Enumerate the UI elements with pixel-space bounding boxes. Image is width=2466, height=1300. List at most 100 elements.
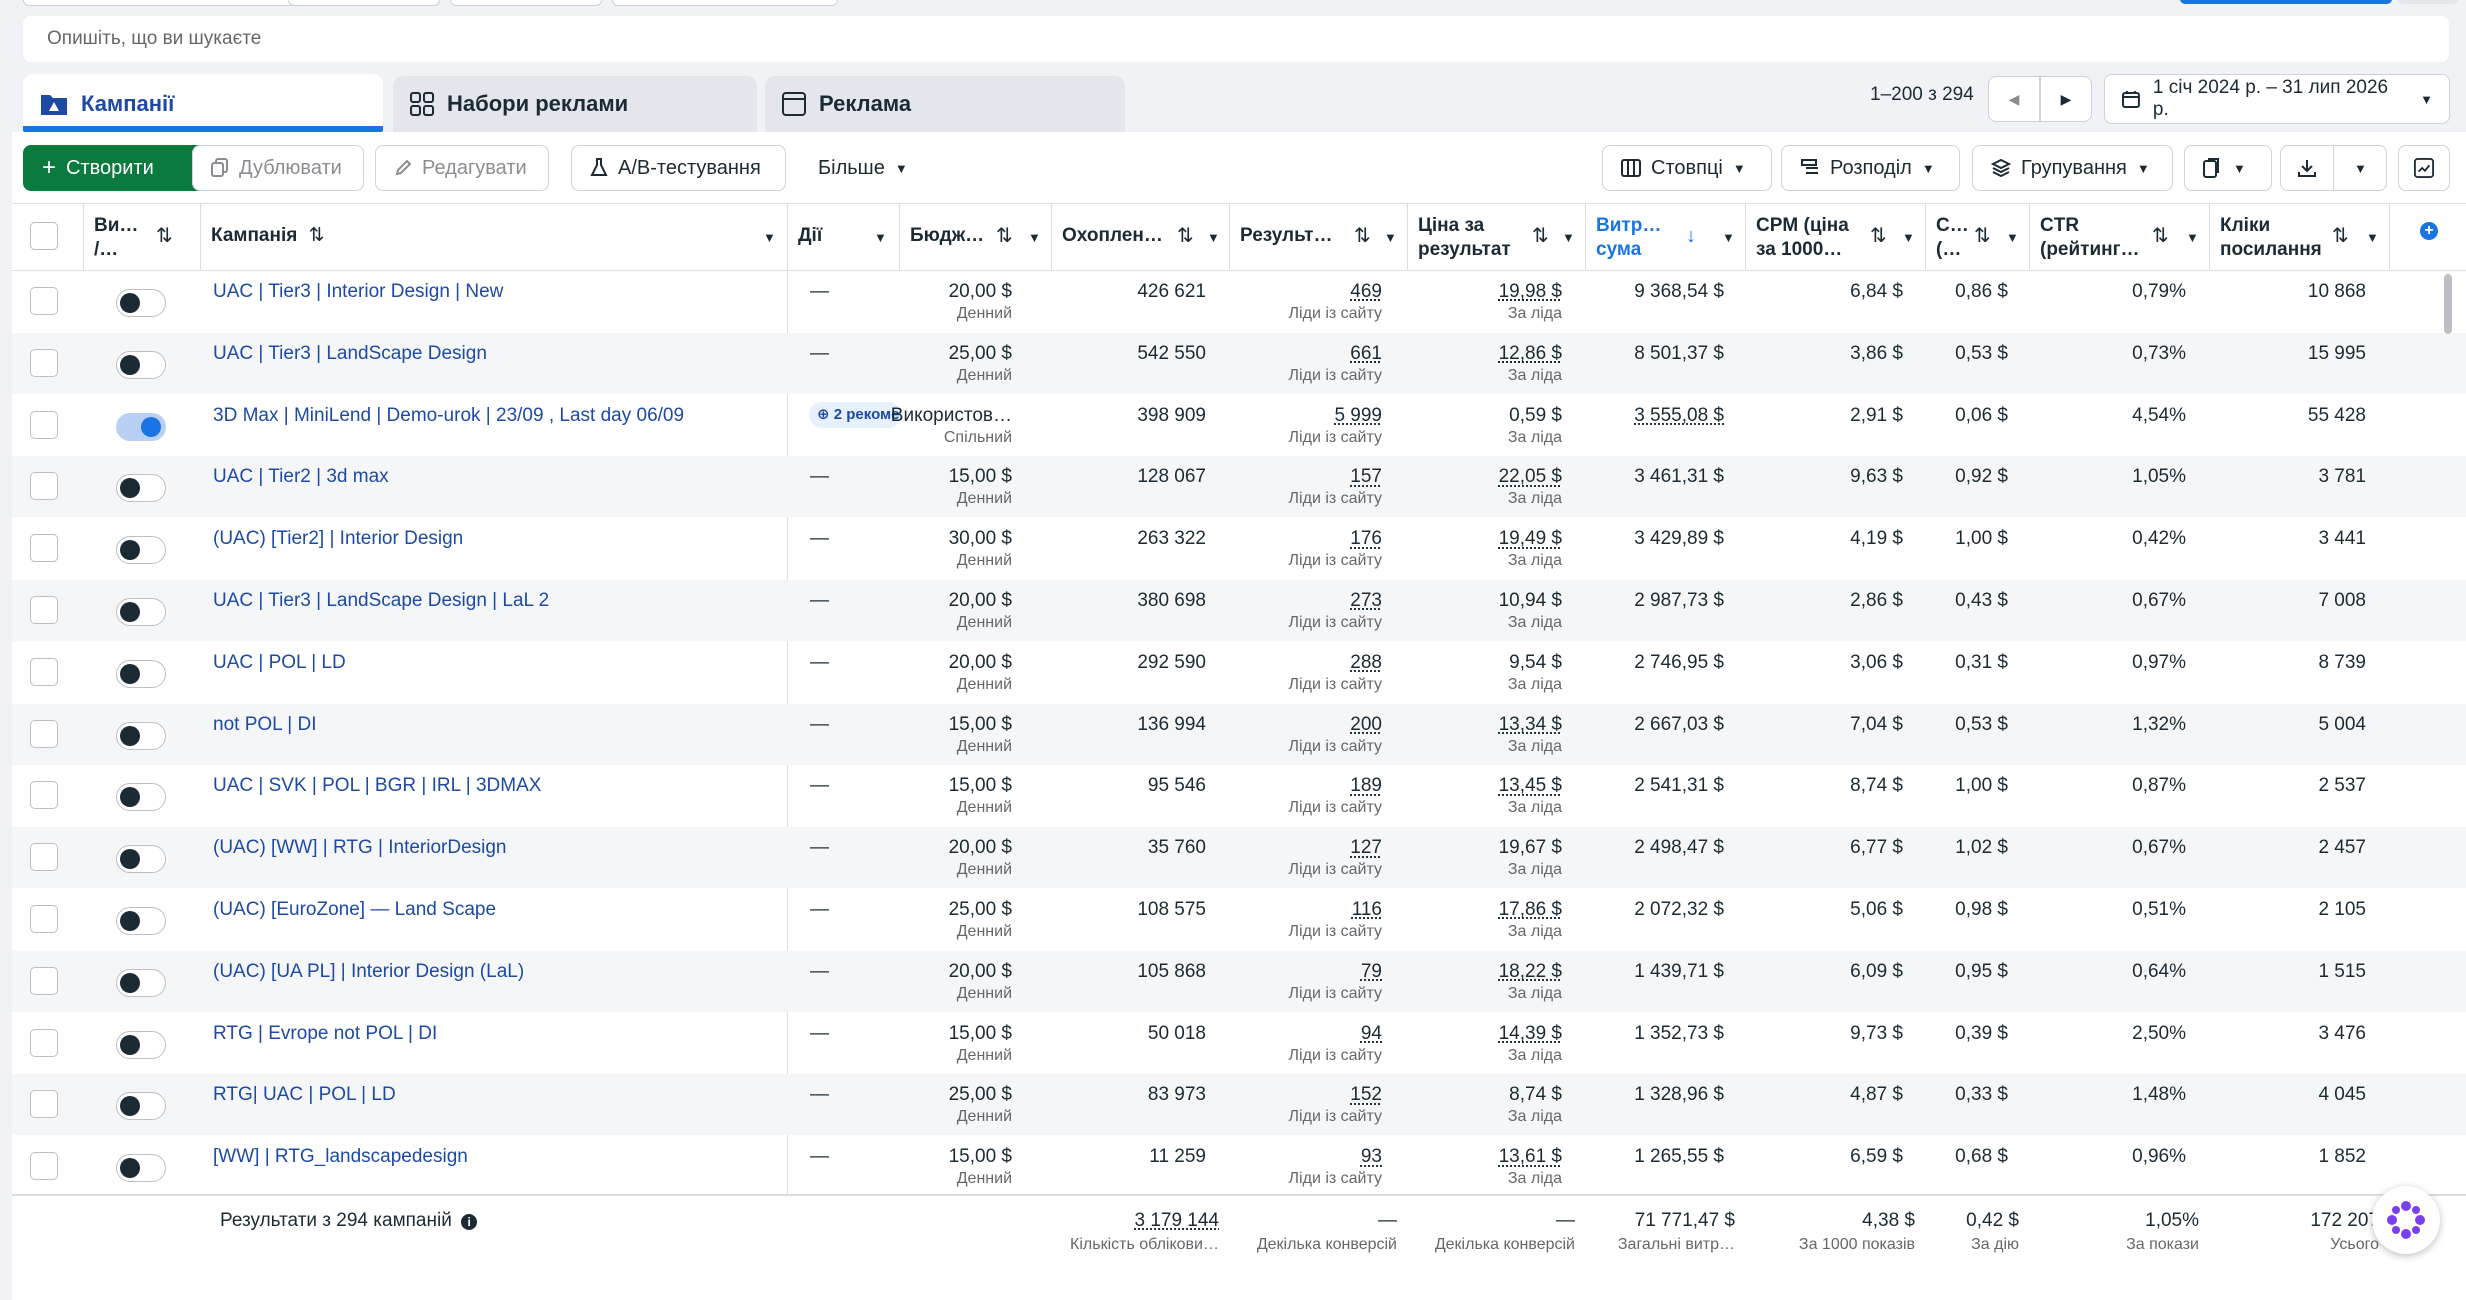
columns-button[interactable]: Стовпці ▼: [1602, 145, 1772, 191]
delivery-toggle[interactable]: [116, 289, 166, 317]
grouping-button[interactable]: Групування ▼: [1972, 145, 2173, 191]
more-button[interactable]: Більше ▼: [800, 145, 920, 191]
top-primary-button-stub[interactable]: [2180, 0, 2392, 4]
delivery-toggle[interactable]: [116, 659, 166, 688]
header-cpm[interactable]: CPM (ціна за 1000… ⇅ ▼: [1746, 204, 1926, 270]
table-row[interactable]: UAC | POL | LD — 20,00 $ Денний 292 590 288 Лі…: [12, 642, 2466, 703]
row-checkbox[interactable]: [30, 781, 58, 810]
charts-button[interactable]: [2398, 145, 2450, 191]
table-row[interactable]: (UAC) [EuroZone] — Land Scape — 25,00 $ Ден…: [12, 889, 2466, 950]
table-row[interactable]: not POL | DI — 15,00 $ Денний 136 994 200 Ліди…: [12, 703, 2466, 765]
campaign-name-link[interactable]: UAC | POL | LD: [213, 652, 346, 674]
reports-button[interactable]: ▼: [2184, 145, 2272, 191]
delivery-toggle[interactable]: [116, 412, 166, 441]
table-row[interactable]: UAC | Tier3 | LandScape Design | LaL 2 — 2…: [12, 580, 2466, 641]
header-select-all[interactable]: [12, 204, 84, 270]
campaign-name-link[interactable]: (UAC) [Tier2] | Interior Design: [213, 528, 463, 550]
campaign-name-link[interactable]: UAC | Tier3 | LandScape Design: [213, 343, 487, 365]
next-page-button[interactable]: ▶: [2040, 76, 2092, 122]
header-add-column[interactable]: +: [2390, 204, 2466, 270]
delivery-toggle[interactable]: [116, 907, 166, 935]
row-checkbox[interactable]: [30, 534, 58, 563]
delivery-toggle[interactable]: [116, 968, 166, 997]
campaign-name-link[interactable]: not POL | DI: [213, 714, 317, 736]
delivery-toggle[interactable]: [116, 474, 166, 503]
row-checkbox[interactable]: [30, 905, 58, 933]
row-checkbox[interactable]: [30, 472, 58, 501]
row-checkbox[interactable]: [30, 966, 58, 995]
delivery-toggle[interactable]: [116, 598, 166, 626]
assistant-button[interactable]: [2372, 1186, 2440, 1254]
table-row[interactable]: [WW] | RTG_landscapedesign — 15,00 $ Денний…: [12, 1136, 2466, 1197]
edit-button[interactable]: Редагувати: [375, 145, 549, 191]
header-ctr[interactable]: CTR (рейтинг… ⇅ ▼: [2030, 204, 2210, 270]
header-cost-per-result[interactable]: Ціна за результат ⇅ ▼: [1408, 204, 1586, 270]
row-checkbox[interactable]: [30, 348, 58, 377]
campaign-name-link[interactable]: (UAC) [EuroZone] — Land Scape: [213, 899, 496, 921]
delivery-toggle[interactable]: [116, 350, 166, 379]
header-delivery[interactable]: Ви… /… ⇅: [84, 204, 201, 270]
row-checkbox[interactable]: [30, 1028, 58, 1057]
delivery-toggle[interactable]: [116, 1154, 166, 1183]
delivery-toggle[interactable]: [116, 783, 166, 812]
row-checkbox[interactable]: [30, 1152, 58, 1181]
header-actions[interactable]: Дії ▼: [788, 204, 900, 270]
top-filter-stub-3[interactable]: [450, 0, 602, 6]
tab-ads[interactable]: Реклама: [765, 76, 1125, 132]
table-row[interactable]: 3D Max | MiniLend | Demo-urok | 23/09 , …: [12, 395, 2466, 456]
tab-campaigns[interactable]: Кампанії: [23, 74, 383, 134]
delivery-toggle[interactable]: [116, 536, 166, 565]
table-row[interactable]: RTG| UAC | POL | LD — 25,00 $ Денний 83 973 1…: [12, 1074, 2466, 1136]
date-range-picker[interactable]: 1 січ 2024 р. – 31 лип 2026 р. ▼: [2104, 74, 2450, 124]
recommendations-badge[interactable]: ⊕ 2 рекомендації: [809, 401, 901, 428]
campaign-name-link[interactable]: [WW] | RTG_landscapedesign: [213, 1146, 468, 1168]
table-row[interactable]: UAC | Tier3 | Interior Design | New — 20,0…: [12, 271, 2466, 332]
header-reach[interactable]: Охоплен… ⇅ ▼: [1052, 204, 1230, 270]
delivery-toggle[interactable]: [116, 1030, 166, 1059]
row-checkbox[interactable]: [30, 1090, 58, 1119]
top-filter-stub-2[interactable]: [288, 0, 440, 6]
info-icon[interactable]: i: [461, 1214, 478, 1230]
campaign-name-link[interactable]: RTG | Evrope not POL | DI: [213, 1023, 437, 1045]
header-spend[interactable]: Витр… сума ↓ ▼: [1586, 204, 1746, 270]
delivery-toggle[interactable]: [116, 721, 166, 750]
table-row[interactable]: (UAC) [WW] | RTG | InteriorDesign — 20,00 …: [12, 827, 2466, 889]
search-input[interactable]: Опишіть, що ви шукаєте: [23, 16, 2449, 62]
campaign-name-link[interactable]: (UAC) [UA PL] | Interior Design (LaL): [213, 961, 524, 983]
export-button[interactable]: [2280, 145, 2334, 191]
row-checkbox[interactable]: [30, 287, 58, 315]
table-row[interactable]: UAC | Tier3 | LandScape Design — 25,00 $ Де…: [12, 332, 2466, 394]
table-scrollbar[interactable]: [2444, 274, 2452, 334]
table-row[interactable]: (UAC) [UA PL] | Interior Design (LaL) — 20…: [12, 950, 2466, 1012]
campaign-name-link[interactable]: RTG| UAC | POL | LD: [213, 1084, 396, 1106]
export-dropdown-button[interactable]: ▼: [2333, 145, 2387, 191]
header-results[interactable]: Результ… ⇅ ▼: [1230, 204, 1408, 270]
tab-ad-sets[interactable]: Набори реклами: [393, 76, 757, 132]
campaign-name-link[interactable]: UAC | Tier2 | 3d max: [213, 466, 389, 488]
campaign-name-link[interactable]: UAC | Tier3 | Interior Design | New: [213, 281, 503, 303]
select-all-checkbox[interactable]: [30, 222, 58, 250]
delivery-toggle[interactable]: [116, 1092, 166, 1121]
delivery-toggle[interactable]: [116, 845, 166, 874]
row-checkbox[interactable]: [30, 657, 58, 686]
campaign-name-link[interactable]: UAC | SVK | POL | BGR | IRL | 3DMAX: [213, 775, 541, 797]
row-checkbox[interactable]: [30, 719, 58, 748]
row-checkbox[interactable]: [30, 410, 58, 439]
header-campaign[interactable]: Кампанія ⇅ ▼: [201, 204, 788, 270]
campaign-name-link[interactable]: UAC | Tier3 | LandScape Design | LaL 2: [213, 590, 549, 612]
table-row[interactable]: RTG | Evrope not POL | DI — 15,00 $ Денний 5…: [12, 1013, 2466, 1074]
row-checkbox[interactable]: [30, 596, 58, 624]
breakdown-button[interactable]: Розподіл ▼: [1781, 145, 1960, 191]
duplicate-button[interactable]: Дублювати: [192, 145, 364, 191]
table-row[interactable]: UAC | SVK | POL | BGR | IRL | 3DMAX — 15,0…: [12, 765, 2466, 826]
campaign-name-link[interactable]: 3D Max | MiniLend | Demo-urok | 23/09 , …: [213, 405, 684, 427]
header-budget[interactable]: Бюдж… ⇅ ▼: [900, 204, 1052, 270]
table-row[interactable]: (UAC) [Tier2] | Interior Design — 30,00 $ Д…: [12, 518, 2466, 579]
header-cpc[interactable]: C… (… ⇅ ▼: [1926, 204, 2030, 270]
table-row[interactable]: UAC | Tier2 | 3d max — 15,00 $ Денний 128 06…: [12, 456, 2466, 518]
row-checkbox[interactable]: [30, 843, 58, 872]
prev-page-button[interactable]: ◀: [1988, 76, 2040, 122]
top-secondary-button-stub[interactable]: [2398, 0, 2458, 4]
campaign-name-link[interactable]: (UAC) [WW] | RTG | InteriorDesign: [213, 837, 507, 859]
header-link-clicks[interactable]: Кліки посилання ⇅ ▼: [2210, 204, 2390, 270]
